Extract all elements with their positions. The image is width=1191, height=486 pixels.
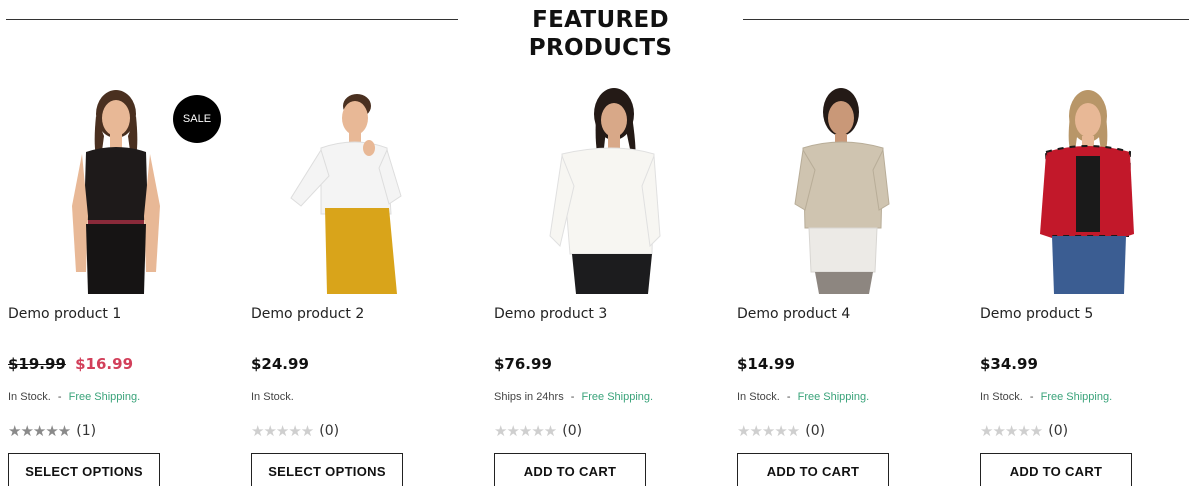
product-rating[interactable]: ★★★★★ (0) bbox=[494, 422, 582, 440]
product-card: Demo product 4 $14.99 In Stock. - Free S… bbox=[737, 86, 969, 486]
product-image[interactable] bbox=[494, 86, 726, 294]
star-rating-icon: ★★★★★ bbox=[737, 422, 800, 440]
select-options-button[interactable]: SELECT OPTIONS bbox=[251, 453, 403, 486]
product-image[interactable] bbox=[737, 86, 969, 294]
product-rating[interactable]: ★★★★★ (1) bbox=[8, 422, 96, 440]
add-to-cart-button[interactable]: ADD TO CART bbox=[494, 453, 646, 486]
stock-separator: - bbox=[570, 391, 575, 403]
section-header: FEATURED PRODUCTS bbox=[0, 6, 1191, 61]
price: $34.99 bbox=[980, 355, 1038, 373]
stock-text: In Stock. bbox=[8, 391, 51, 403]
free-shipping-label: Free Shipping. bbox=[68, 391, 141, 403]
section-title: FEATURED PRODUCTS bbox=[528, 7, 673, 61]
price: $76.99 bbox=[494, 355, 552, 373]
product-image[interactable] bbox=[251, 86, 483, 294]
free-shipping-label: Free Shipping. bbox=[1040, 391, 1113, 403]
product-rating[interactable]: ★★★★★ (0) bbox=[980, 422, 1068, 440]
stock-status: In Stock. - Free Shipping. bbox=[8, 391, 140, 403]
product-name[interactable]: Demo product 4 bbox=[737, 306, 850, 322]
free-shipping-label: Free Shipping. bbox=[581, 391, 654, 403]
rating-count: (0) bbox=[319, 423, 340, 439]
free-shipping-label: Free Shipping. bbox=[797, 391, 870, 403]
product-name[interactable]: Demo product 1 bbox=[8, 306, 121, 322]
stock-text: In Stock. bbox=[980, 391, 1023, 403]
product-rating[interactable]: ★★★★★ (0) bbox=[737, 422, 825, 440]
product-image[interactable]: SALE bbox=[8, 86, 240, 294]
add-to-cart-button[interactable]: ADD TO CART bbox=[980, 453, 1132, 486]
product-name[interactable]: Demo product 3 bbox=[494, 306, 607, 322]
select-options-button[interactable]: SELECT OPTIONS bbox=[8, 453, 160, 486]
header-divider-right bbox=[743, 19, 1189, 20]
stock-separator: - bbox=[57, 391, 62, 403]
product-name[interactable]: Demo product 2 bbox=[251, 306, 364, 322]
product-card: Demo product 2 $24.99 In Stock. ★★★★★ (0… bbox=[251, 86, 483, 486]
star-rating-icon: ★★★★★ bbox=[980, 422, 1043, 440]
stock-text: In Stock. bbox=[251, 391, 294, 403]
sale-price: $16.99 bbox=[75, 355, 134, 373]
stock-separator: - bbox=[1029, 391, 1034, 403]
sale-badge: SALE bbox=[173, 95, 221, 143]
product-card: SALE Demo product 1 $19.99 $16.99 In Sto… bbox=[8, 86, 240, 486]
rating-count: (0) bbox=[562, 423, 583, 439]
stock-status: In Stock. bbox=[251, 391, 294, 403]
product-image[interactable] bbox=[980, 86, 1191, 294]
product-price: $14.99 bbox=[737, 355, 795, 373]
stock-status: Ships in 24hrs - Free Shipping. bbox=[494, 391, 653, 403]
product-name[interactable]: Demo product 5 bbox=[980, 306, 1093, 322]
star-rating-icon: ★★★★★ bbox=[251, 422, 314, 440]
header-divider-left bbox=[6, 19, 458, 20]
stock-separator: - bbox=[786, 391, 791, 403]
product-rating[interactable]: ★★★★★ (0) bbox=[251, 422, 339, 440]
product-price: $19.99 $16.99 bbox=[8, 355, 133, 373]
price: $14.99 bbox=[737, 355, 795, 373]
product-price: $76.99 bbox=[494, 355, 552, 373]
rating-count: (1) bbox=[76, 423, 97, 439]
rating-count: (0) bbox=[805, 423, 826, 439]
price: $24.99 bbox=[251, 355, 309, 373]
stock-text: Ships in 24hrs bbox=[494, 391, 564, 403]
rating-count: (0) bbox=[1048, 423, 1069, 439]
stock-status: In Stock. - Free Shipping. bbox=[980, 391, 1112, 403]
add-to-cart-button[interactable]: ADD TO CART bbox=[737, 453, 889, 486]
product-price: $34.99 bbox=[980, 355, 1038, 373]
product-price: $24.99 bbox=[251, 355, 309, 373]
original-price: $19.99 bbox=[8, 355, 66, 373]
stock-status: In Stock. - Free Shipping. bbox=[737, 391, 869, 403]
product-card: Demo product 3 $76.99 Ships in 24hrs - F… bbox=[494, 86, 726, 486]
product-card: Demo product 5 $34.99 In Stock. - Free S… bbox=[980, 86, 1191, 486]
stock-text: In Stock. bbox=[737, 391, 780, 403]
star-rating-icon: ★★★★★ bbox=[8, 422, 71, 440]
star-rating-icon: ★★★★★ bbox=[494, 422, 557, 440]
